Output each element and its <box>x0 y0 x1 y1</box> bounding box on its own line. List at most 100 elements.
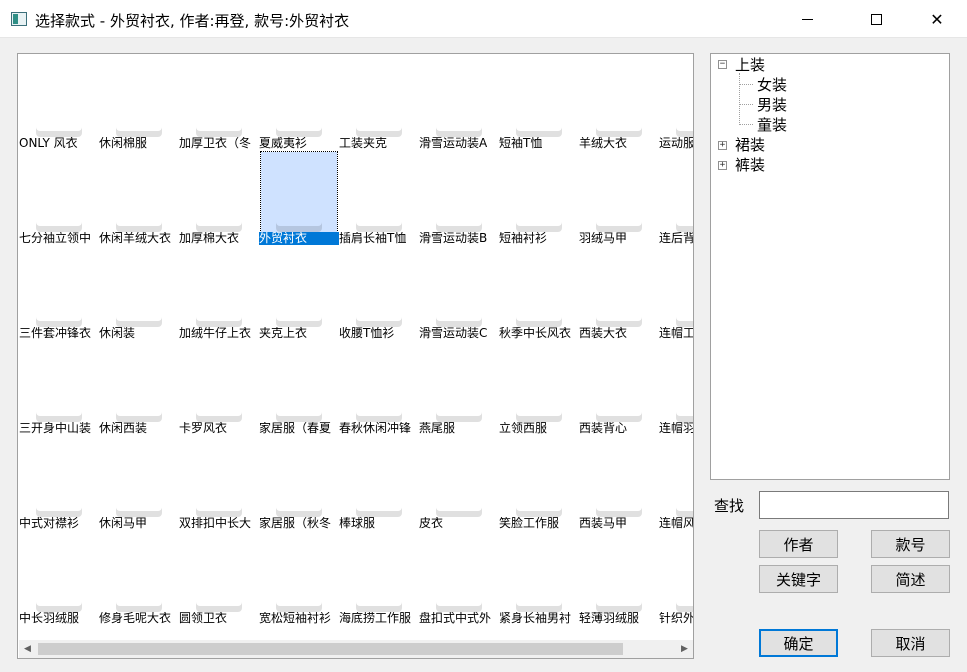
category-tree[interactable]: − 上装 女装 男装 童装 + 裙装 + 裤装 <box>710 53 950 480</box>
garment-icon <box>196 546 242 612</box>
style-caption: 西装大衣 <box>579 327 628 340</box>
style-thumbnail[interactable]: 短袖T恤 <box>499 55 579 150</box>
style-thumbnail[interactable]: 休闲马甲 <box>99 435 179 530</box>
window-title: 选择款式 - 外贸衬衣, 作者:再登, 款号:外贸衬衣 <box>35 12 350 30</box>
style-thumbnail[interactable]: 休闲羊绒大衣 <box>99 150 179 245</box>
style-thumbnail[interactable]: 连帽风 <box>659 435 693 530</box>
style-thumbnail[interactable]: 插肩长袖T恤 <box>339 150 419 245</box>
close-button[interactable]: ✕ <box>914 0 960 38</box>
style-thumbnail[interactable]: 中长羽绒服 <box>19 530 99 625</box>
style-thumbnail[interactable]: 春秋休闲冲锋 <box>339 340 419 435</box>
style-thumbnail[interactable]: 七分袖立领中 <box>19 150 99 245</box>
garment-image <box>661 247 693 327</box>
garment-icon <box>116 166 162 232</box>
keyword-button[interactable]: 关键字 <box>759 565 838 593</box>
style-caption: 海底捞工作服 <box>339 612 412 625</box>
style-thumbnail[interactable]: 连帽工 <box>659 245 693 340</box>
garment-image <box>661 437 693 517</box>
cancel-button[interactable]: 取消 <box>871 629 950 657</box>
garment-image <box>21 247 97 327</box>
style-thumbnail[interactable]: 圆领卫衣 <box>179 530 259 625</box>
style-caption: 加厚卫衣（冬 <box>179 137 252 150</box>
style-thumbnail[interactable]: 休闲装 <box>99 245 179 340</box>
garment-image <box>501 57 577 137</box>
style-thumbnail[interactable]: 秋季中长风衣 <box>499 245 579 340</box>
garment-image <box>421 247 497 327</box>
tree-node-tops[interactable]: 上装 <box>735 55 765 75</box>
author-button[interactable]: 作者 <box>759 530 838 558</box>
style-thumbnail[interactable]: 羽绒马甲 <box>579 150 659 245</box>
style-thumbnail[interactable]: 休闲棉服 <box>99 55 179 150</box>
style-thumbnail[interactable]: 运动服 <box>659 55 693 150</box>
style-thumbnail[interactable]: 加厚棉大衣 <box>179 150 259 245</box>
style-thumbnail[interactable]: 滑雪运动装A <box>419 55 499 150</box>
tree-node-kids[interactable]: 童装 <box>757 115 787 135</box>
garment-icon <box>596 356 642 422</box>
ok-button[interactable]: 确定 <box>759 629 838 657</box>
style-thumbnail[interactable]: 三开身中山装 <box>19 340 99 435</box>
style-thumbnail[interactable]: 针织外 <box>659 530 693 625</box>
style-thumbnail[interactable]: ONLY 风衣 <box>19 55 99 150</box>
style-thumbnail[interactable]: 滑雪运动装C <box>419 245 499 340</box>
garment-image <box>261 532 337 612</box>
style-thumbnail[interactable]: 宽松短袖衬衫 <box>259 530 339 625</box>
style-thumbnail[interactable]: 海底捞工作服 <box>339 530 419 625</box>
style-thumbnail[interactable]: 双排扣中长大 <box>179 435 259 530</box>
scrollbar-thumb[interactable] <box>38 643 623 655</box>
style-thumbnail[interactable]: 连帽羽 <box>659 340 693 435</box>
minimize-button[interactable] <box>784 0 830 38</box>
scroll-right-button[interactable]: ▶ <box>676 640 693 658</box>
style-thumbnail[interactable]: 连后背 <box>659 150 693 245</box>
style-thumbnail[interactable]: 工装夹克 <box>339 55 419 150</box>
search-input[interactable] <box>759 491 949 519</box>
style-number-button[interactable]: 款号 <box>871 530 950 558</box>
style-thumbnail[interactable]: 笑脸工作服 <box>499 435 579 530</box>
style-thumbnail[interactable]: 夏威夷衫 <box>259 55 339 150</box>
style-thumbnail[interactable]: 棒球服 <box>339 435 419 530</box>
style-thumbnail[interactable]: 三件套冲锋衣 <box>19 245 99 340</box>
maximize-button[interactable] <box>853 0 899 38</box>
garment-icon <box>596 451 642 517</box>
garment-icon <box>36 546 82 612</box>
style-thumbnail[interactable]: 羊绒大衣 <box>579 55 659 150</box>
style-thumbnail[interactable]: 修身毛呢大衣 <box>99 530 179 625</box>
style-thumbnail[interactable]: 紧身长袖男衬 <box>499 530 579 625</box>
tree-node-men[interactable]: 男装 <box>757 95 787 115</box>
style-thumbnail[interactable]: 燕尾服 <box>419 340 499 435</box>
style-thumbnail[interactable]: 滑雪运动装B <box>419 150 499 245</box>
style-thumbnail[interactable]: 加绒牛仔上衣 <box>179 245 259 340</box>
style-thumbnail[interactable]: 休闲西装 <box>99 340 179 435</box>
style-thumbnail[interactable]: 盘扣式中式外 <box>419 530 499 625</box>
style-thumbnail[interactable]: 卡罗风衣 <box>179 340 259 435</box>
style-caption: 笑脸工作服 <box>499 517 560 530</box>
style-thumbnail[interactable]: 中式对襟衫 <box>19 435 99 530</box>
tree-expand-icon[interactable]: + <box>718 141 727 150</box>
scroll-left-button[interactable]: ◀ <box>19 640 36 658</box>
style-thumbnail[interactable]: 立领西服 <box>499 340 579 435</box>
style-thumbnail[interactable]: 西装马甲 <box>579 435 659 530</box>
garment-icon <box>356 451 402 517</box>
brief-button[interactable]: 简述 <box>871 565 950 593</box>
style-thumbnail[interactable]: 收腰T恤衫 <box>339 245 419 340</box>
style-thumbnail[interactable]: 家居服（春夏 <box>259 340 339 435</box>
style-thumbnail[interactable]: 夹克上衣 <box>259 245 339 340</box>
tree-node-pants[interactable]: 裤装 <box>735 155 765 175</box>
tree-expand-icon[interactable]: + <box>718 161 727 170</box>
garment-icon <box>596 261 642 327</box>
style-thumbnail[interactable]: 皮衣 <box>419 435 499 530</box>
style-caption: 盘扣式中式外 <box>419 612 492 625</box>
style-thumbnail[interactable]: 轻薄羽绒服 <box>579 530 659 625</box>
style-thumbnail[interactable]: 家居服（秋冬 <box>259 435 339 530</box>
style-thumbnail[interactable]: 西装背心 <box>579 340 659 435</box>
tree-node-women[interactable]: 女装 <box>757 75 787 95</box>
style-thumbnail[interactable]: 外贸衬衣 <box>259 150 339 245</box>
horizontal-scrollbar[interactable]: ◀ ▶ <box>19 640 693 658</box>
tree-collapse-icon[interactable]: − <box>718 60 727 69</box>
style-thumbnail[interactable]: 加厚卫衣（冬 <box>179 55 259 150</box>
tree-node-skirts[interactable]: 裙装 <box>735 135 765 155</box>
style-thumbnail[interactable]: 西装大衣 <box>579 245 659 340</box>
style-thumbnail[interactable]: 短袖衬衫 <box>499 150 579 245</box>
garment-icon <box>276 261 322 327</box>
garment-image <box>421 152 497 232</box>
style-caption: 连后背 <box>659 232 693 245</box>
